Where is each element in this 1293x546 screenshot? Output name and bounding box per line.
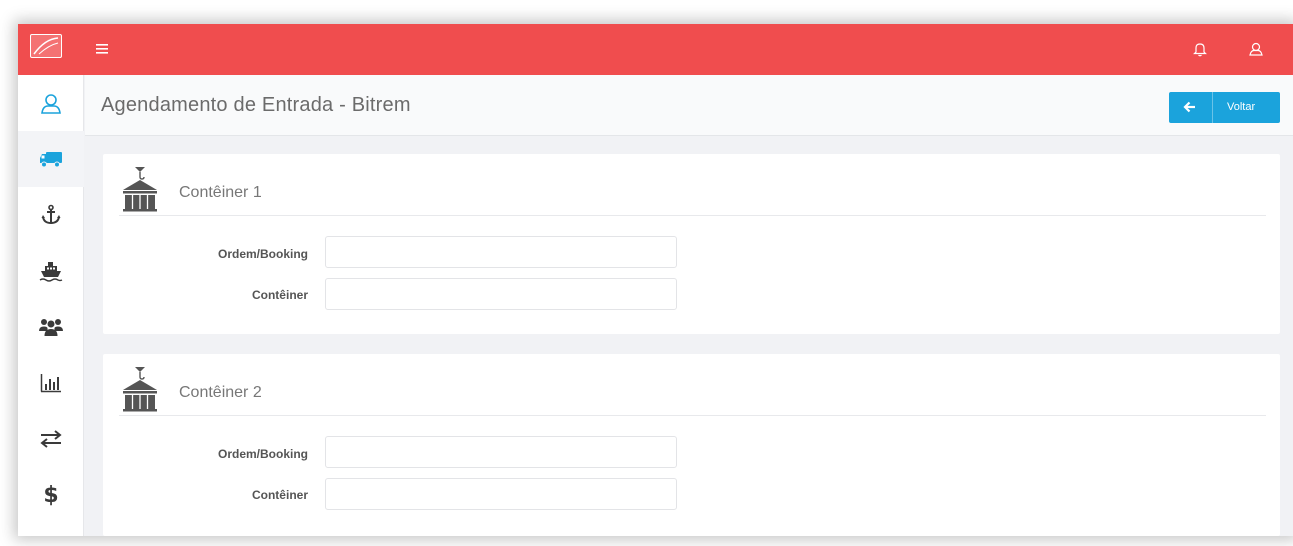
card-title: Contêiner 2	[179, 384, 262, 401]
page-title: Agendamento de Entrada - Bitrem	[101, 94, 411, 116]
anchor-icon	[41, 204, 61, 225]
crane-icon	[119, 166, 161, 217]
container-input[interactable]	[325, 278, 677, 310]
page-header: Agendamento de Entrada - Bitrem Voltar	[85, 75, 1293, 136]
back-button-label: Voltar	[1227, 101, 1256, 113]
order-booking-input[interactable]	[325, 236, 677, 268]
crane-icon	[119, 366, 161, 417]
card-header: Contêiner 1	[119, 166, 1266, 216]
app-window: $ Agendamento de Entrada - Bitrem Voltar	[18, 24, 1293, 536]
users-icon	[39, 319, 63, 336]
truck-icon	[40, 152, 62, 168]
logo[interactable]	[30, 34, 62, 58]
arrow-left-icon	[1183, 101, 1196, 116]
sidebar-item-truck[interactable]	[18, 131, 84, 187]
sidebar: $	[18, 75, 84, 536]
menu-icon[interactable]	[96, 42, 110, 54]
sidebar-item-ship[interactable]	[18, 243, 84, 299]
container-card-2: Contêiner 2 Ordem/Booking Contêiner	[103, 354, 1280, 536]
container-label: Contêiner	[251, 488, 308, 502]
container-label: Contêiner	[251, 288, 308, 302]
sidebar-item-finance[interactable]: $	[18, 467, 84, 523]
order-booking-label: Ordem/Booking	[217, 247, 308, 261]
sidebar-item-users[interactable]	[18, 299, 84, 355]
order-booking-label: Ordem/Booking	[217, 447, 308, 461]
sidebar-item-reports[interactable]	[18, 355, 84, 411]
user-icon	[41, 94, 61, 114]
sidebar-item-transfer[interactable]	[18, 411, 84, 467]
ship-icon	[39, 262, 63, 282]
top-bar	[18, 24, 1293, 75]
dollar-icon: $	[43, 482, 59, 508]
card-header: Contêiner 2	[119, 366, 1266, 416]
back-button[interactable]: Voltar	[1169, 92, 1280, 123]
button-divider	[1212, 92, 1213, 123]
order-booking-input[interactable]	[325, 436, 677, 468]
sidebar-item-user[interactable]	[18, 75, 84, 131]
container-input[interactable]	[325, 478, 677, 510]
card-title: Contêiner 1	[179, 184, 262, 201]
bell-icon[interactable]	[1191, 40, 1209, 58]
container-card-1: Contêiner 1 Ordem/Booking Contêiner	[103, 154, 1280, 334]
user-icon[interactable]	[1247, 40, 1265, 58]
bar-chart-icon	[40, 374, 61, 393]
sidebar-item-anchor[interactable]	[18, 187, 84, 243]
transfer-icon	[40, 430, 62, 448]
